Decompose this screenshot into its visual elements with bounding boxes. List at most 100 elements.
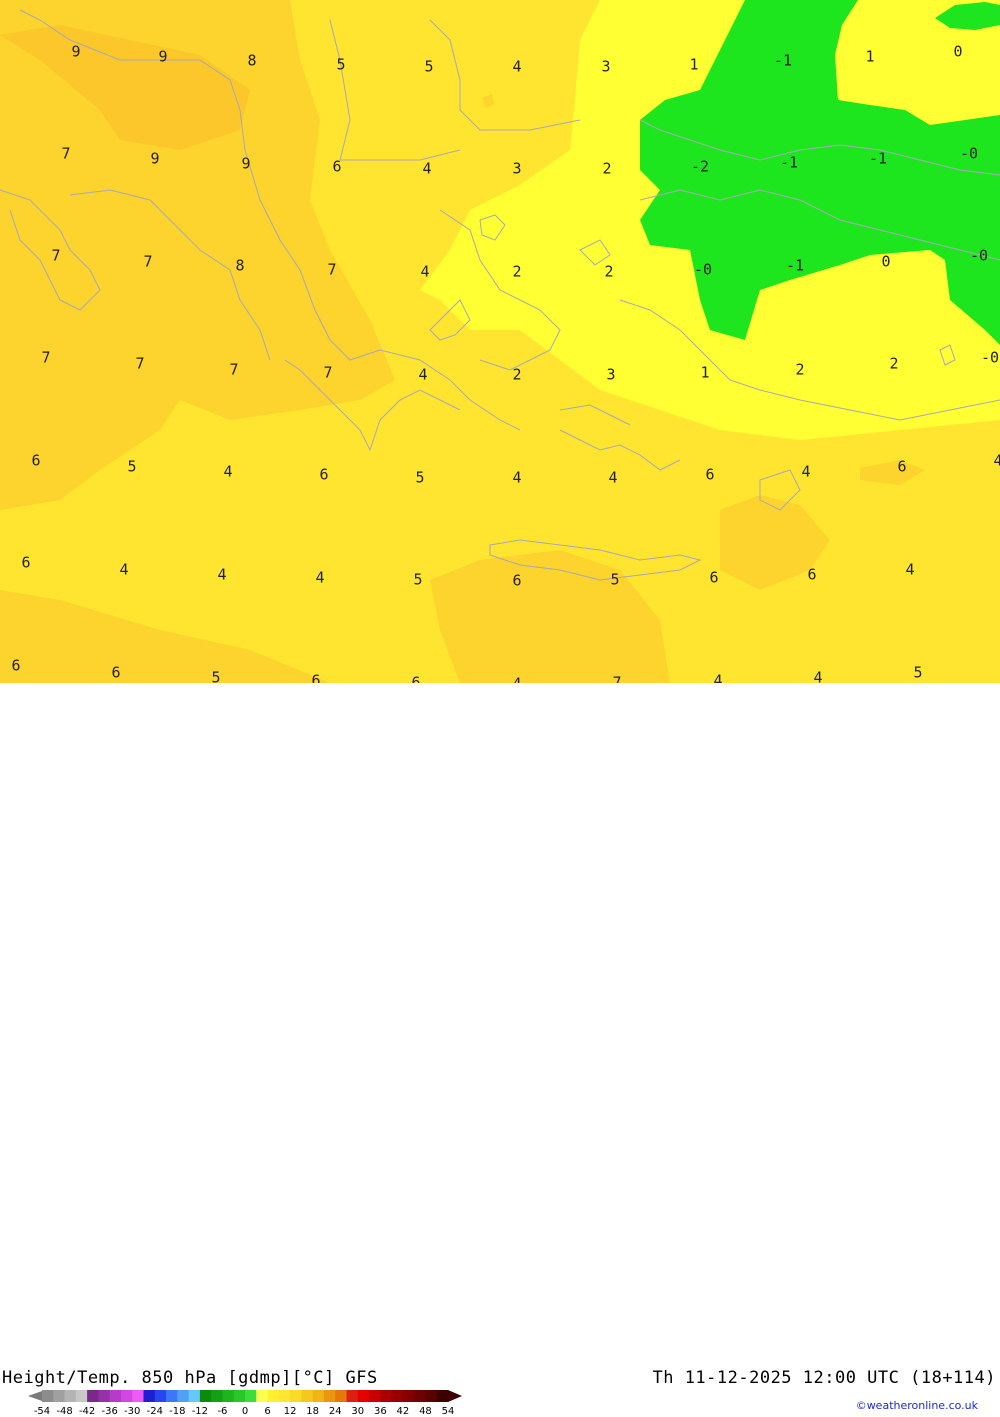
scale-tick-label: 48 <box>419 1406 432 1417</box>
temperature-label: 1 <box>700 364 709 382</box>
scale-tick-label: -42 <box>78 1406 96 1417</box>
temperature-label: 0 <box>881 253 890 271</box>
scale-color-cell <box>414 1390 426 1402</box>
temperature-label: 2 <box>604 263 613 281</box>
temperature-label: 2 <box>512 263 521 281</box>
scale-tick-label: 24 <box>328 1406 342 1417</box>
temperature-label: -1 <box>780 154 798 172</box>
temperature-label: 4 <box>813 669 822 684</box>
temperature-label: 7 <box>327 261 336 279</box>
scale-color-cell <box>87 1390 99 1402</box>
scale-tick-label: -30 <box>124 1406 141 1417</box>
temperature-label: 6 <box>807 566 816 584</box>
scale-color-cell <box>267 1390 280 1402</box>
scale-color-cell <box>436 1390 449 1402</box>
scale-color-cell <box>143 1390 156 1402</box>
temperature-label: 5 <box>211 669 220 684</box>
temperature-label: 4 <box>512 675 521 684</box>
scale-tick-label: 30 <box>351 1406 365 1417</box>
scale-color-cell <box>323 1390 336 1402</box>
scale-color-cell <box>120 1390 133 1402</box>
scale-color-cell <box>199 1390 212 1402</box>
scale-color-cell <box>109 1390 122 1402</box>
temperature-label: 4 <box>420 263 429 281</box>
scale-tick-label: -24 <box>146 1406 163 1417</box>
scale-color-cell <box>391 1390 404 1402</box>
color-scale-legend <box>28 1390 462 1402</box>
temperature-label: 4 <box>418 366 427 384</box>
scale-color-cell <box>64 1390 77 1402</box>
temperature-label: 3 <box>512 160 521 178</box>
temperature-label: 6 <box>705 466 714 484</box>
scale-color-cell <box>425 1390 438 1402</box>
temperature-label: 7 <box>135 355 144 373</box>
temperature-label: 2 <box>602 160 611 178</box>
temperature-label: 5 <box>413 571 422 589</box>
temperature-label: -0 <box>981 349 999 367</box>
scale-color-cell <box>98 1390 111 1402</box>
temperature-label: 7 <box>41 349 50 367</box>
temperature-label: 7 <box>229 361 238 379</box>
temperature-label: 5 <box>336 56 345 74</box>
temperature-label: 8 <box>235 257 244 275</box>
scale-color-cell <box>402 1390 415 1402</box>
map-title: Height/Temp. 850 hPa [gdmp][°C] GFS <box>2 1368 378 1388</box>
temperature-label: 4 <box>993 452 1000 470</box>
temperature-label: 3 <box>606 366 615 384</box>
temperature-label: -1 <box>869 150 887 168</box>
temperature-label: 7 <box>612 674 621 684</box>
scale-color-cell <box>132 1390 144 1402</box>
temperature-label: 9 <box>71 43 80 61</box>
scale-color-cell <box>380 1390 393 1402</box>
scale-color-cell <box>188 1390 201 1402</box>
scale-color-cell <box>53 1390 66 1402</box>
scale-color-cell <box>346 1390 359 1402</box>
temperature-label: 9 <box>158 48 167 66</box>
temperature-label: 6 <box>332 158 341 176</box>
scale-color-cell <box>42 1390 54 1402</box>
scale-tick-label: -36 <box>101 1406 118 1417</box>
temperature-label: 3 <box>601 58 610 76</box>
temperature-label: 7 <box>323 364 332 382</box>
temperature-label: 6 <box>319 466 328 484</box>
temperature-label: 4 <box>608 469 617 487</box>
color-scale-tick-labels: -54 -48 -42 -36 -30 -24 -18 -12 -6 0 6 12 18 24 30 36 42… <box>0 1406 470 1417</box>
temperature-label: 6 <box>709 569 718 587</box>
temperature-label: 6 <box>897 458 906 476</box>
temperature-label: 5 <box>913 664 922 682</box>
scale-color-cell <box>177 1390 190 1402</box>
scale-color-cell <box>154 1390 167 1402</box>
temperature-label: 6 <box>512 572 521 590</box>
scale-tick-label: 42 <box>396 1406 410 1417</box>
scale-tick-label: 6 <box>264 1406 271 1417</box>
temperature-label: 6 <box>311 672 320 684</box>
temperature-label: 6 <box>21 554 30 572</box>
scale-tick-label: -54 <box>33 1406 51 1417</box>
temperature-label: -1 <box>774 52 792 70</box>
temperature-label: 5 <box>415 469 424 487</box>
temperature-label: 1 <box>689 56 698 74</box>
scale-color-cell <box>75 1390 88 1402</box>
scale-color-cell <box>301 1390 314 1402</box>
temperature-label: 2 <box>512 366 521 384</box>
scale-color-cell <box>166 1390 178 1402</box>
temperature-label: 7 <box>51 247 60 265</box>
temperature-label: 1 <box>865 48 874 66</box>
scale-color-cell <box>278 1390 291 1402</box>
temperature-label: -0 <box>970 247 988 265</box>
temperature-label: -1 <box>786 257 804 275</box>
scale-color-cell <box>222 1390 235 1402</box>
temperature-label: 4 <box>512 469 521 487</box>
scale-tick-label: -12 <box>191 1406 209 1417</box>
scale-tick-label: 18 <box>306 1406 320 1417</box>
temperature-label: 7 <box>143 253 152 271</box>
scale-color-cell <box>335 1390 347 1402</box>
temperature-label: 2 <box>795 361 804 379</box>
site-credit[interactable]: ©weatheronline.co.uk <box>856 1399 978 1412</box>
temperature-label: 4 <box>801 463 810 481</box>
temperature-label: -2 <box>691 158 709 176</box>
temperature-label: -0 <box>694 261 712 279</box>
temperature-label: 6 <box>411 674 420 684</box>
temperature-label: 4 <box>119 561 128 579</box>
scale-color-cell <box>245 1390 257 1402</box>
